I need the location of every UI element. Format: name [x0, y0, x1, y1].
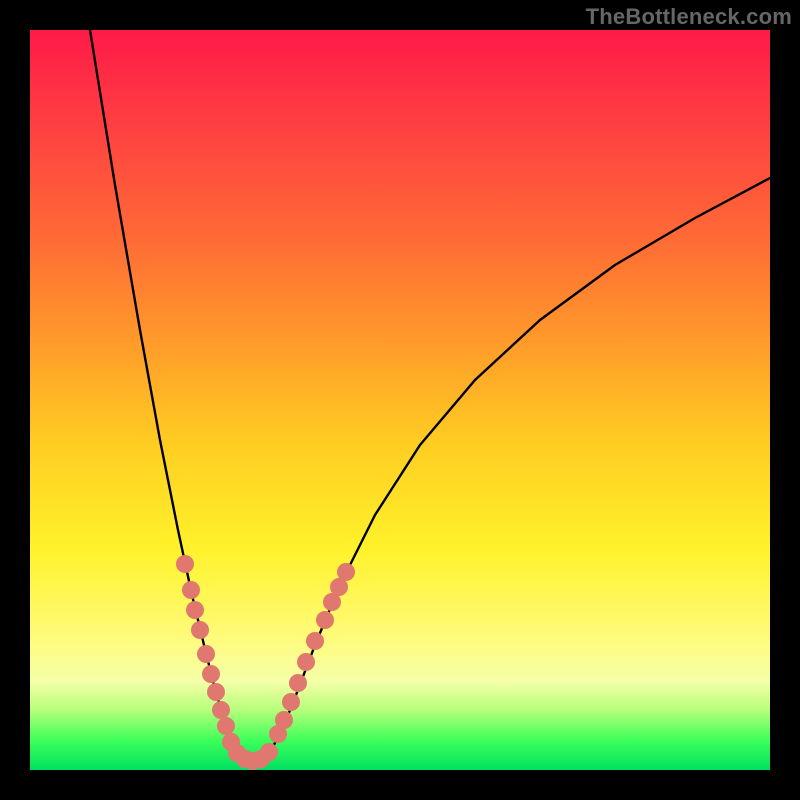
data-marker — [186, 601, 204, 619]
data-marker — [282, 693, 300, 711]
marker-layer — [176, 555, 355, 770]
data-marker — [316, 611, 334, 629]
data-marker — [337, 563, 355, 581]
data-marker — [202, 665, 220, 683]
watermark-label: TheBottleneck.com — [586, 4, 792, 30]
data-marker — [217, 717, 235, 735]
data-marker — [306, 632, 324, 650]
plot-area — [30, 30, 770, 770]
data-marker — [191, 621, 209, 639]
data-marker — [182, 581, 200, 599]
data-marker — [275, 711, 293, 729]
data-marker — [207, 683, 225, 701]
chart-frame: TheBottleneck.com — [0, 0, 800, 800]
bottleneck-curve — [90, 30, 770, 761]
curve-layer — [30, 30, 770, 770]
data-marker — [260, 743, 278, 761]
data-marker — [289, 674, 307, 692]
data-marker — [212, 701, 230, 719]
data-marker — [297, 653, 315, 671]
data-marker — [176, 555, 194, 573]
data-marker — [197, 645, 215, 663]
